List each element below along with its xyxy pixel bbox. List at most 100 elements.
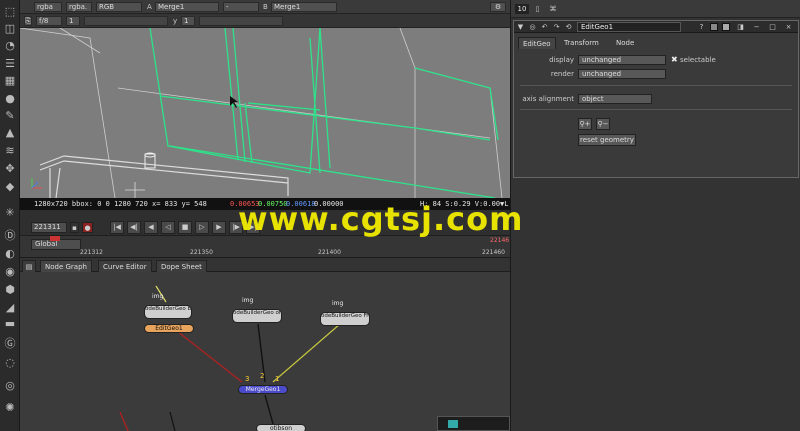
node-name-field[interactable]: EditGeo1	[577, 22, 681, 32]
ocula-icon[interactable]: ◎	[2, 378, 18, 394]
navigator-minimap[interactable]	[437, 416, 510, 431]
node-coffee-can[interactable]: odeBuilderGeo offee_can_02	[232, 309, 282, 323]
display-mode-combo[interactable]: RGB	[96, 2, 142, 12]
input-a-combo[interactable]: Merge1	[155, 2, 219, 12]
collapse-icon[interactable]: ▼	[516, 22, 525, 32]
toolsets-icon[interactable]: ⬢	[2, 282, 18, 298]
divider	[520, 85, 792, 86]
help-icon[interactable]: ?	[697, 22, 706, 32]
bar-icon[interactable]: ▬	[2, 316, 18, 332]
selectable-label: selectable	[680, 56, 716, 64]
metadata-icon[interactable]: ◉	[2, 264, 18, 280]
tick-label-2: 221350	[190, 249, 213, 256]
gamma-label: y	[173, 17, 178, 25]
wall-edge-line	[20, 28, 116, 198]
tab-editgeo[interactable]: EditGeo	[518, 37, 556, 49]
other-icon[interactable]: ◢	[2, 300, 18, 316]
gamma-field[interactable]: 1	[181, 16, 195, 26]
add-point-icon[interactable]: ⚲+	[578, 118, 592, 130]
clear-properties-icon[interactable]: ⌘	[545, 4, 561, 14]
gamma-slider[interactable]	[199, 16, 283, 26]
node-bottom[interactable]: otibson	[256, 424, 306, 431]
gizmo-g-icon[interactable]: Ⓖ	[2, 336, 18, 352]
input-b-combo[interactable]: Merge1	[271, 2, 337, 12]
redo-icon[interactable]: ↷	[552, 22, 561, 32]
in-point-marker[interactable]	[50, 236, 60, 241]
tab-node-graph[interactable]: Node Graph	[40, 260, 92, 272]
gain-field[interactable]: 1	[66, 16, 80, 26]
display-combo[interactable]: unchanged	[578, 55, 666, 65]
axis-alignment-label: axis alignment	[522, 95, 574, 103]
minimize-icon[interactable]: −	[752, 22, 761, 32]
current-frame-field[interactable]: 221311	[31, 222, 67, 233]
step-back-button[interactable]: ◀	[144, 221, 158, 234]
step-forward-button[interactable]: ▶	[212, 221, 226, 234]
panel-menu-icon[interactable]: ▤	[22, 260, 36, 272]
proxy-toggle-icon[interactable]: ⎘	[24, 16, 32, 26]
selectable-checkbox[interactable]: ✖	[671, 55, 678, 64]
first-frame-button[interactable]: |◀	[110, 221, 124, 234]
cube-icon[interactable]: ◆	[2, 179, 18, 195]
lock-icon[interactable]: ▪	[70, 222, 79, 233]
plugin-icon[interactable]: ◌	[2, 355, 18, 371]
proxy-combo[interactable]: f/8	[36, 16, 62, 26]
out-point-label: 22146	[490, 237, 510, 244]
node-backwall[interactable]: odeBuilderGeo BackWall	[144, 305, 192, 319]
reset-geometry-button[interactable]: reset geometry	[578, 134, 636, 146]
revert-icon[interactable]: ⟲	[564, 22, 573, 32]
tab-transform[interactable]: Transform	[560, 37, 603, 49]
viewer-toolbar: rgba rgba. RGB A Merge1 - B Merge1 ⚙	[20, 0, 510, 14]
close-icon[interactable]: ×	[784, 22, 793, 32]
node-graph-canvas[interactable]: img img img odeBuilderGeo BackWall odeBu…	[20, 272, 510, 431]
gl-color-swatch[interactable]	[722, 23, 730, 31]
render-combo[interactable]: unchanged	[578, 69, 666, 79]
maximize-icon[interactable]: □	[768, 22, 777, 32]
float-panel-icon[interactable]: ◨	[736, 22, 745, 32]
compare-combo[interactable]: -	[223, 2, 259, 12]
stop-button[interactable]: ■	[178, 221, 192, 234]
axis-gizmo-icon	[31, 178, 42, 189]
gain-slider[interactable]	[84, 16, 168, 26]
center-node-icon[interactable]: ◎	[528, 22, 537, 32]
select-tool-icon[interactable]: ⬚	[2, 4, 18, 20]
tab-node[interactable]: Node	[612, 37, 638, 49]
furnace-icon[interactable]: ✺	[2, 400, 18, 416]
node-editgeo[interactable]: EditGeo1	[144, 324, 194, 333]
node-front-wall[interactable]: odeBuilderGeo Front_Wall	[320, 312, 370, 326]
gauge-icon[interactable]: ◔	[2, 38, 18, 54]
views-icon[interactable]: ◐	[2, 246, 18, 262]
channels-combo[interactable]: rgba	[34, 2, 62, 12]
divider-2	[520, 109, 792, 110]
play-backward-button[interactable]: ◁	[161, 221, 175, 234]
circle-icon[interactable]: ●	[2, 91, 18, 107]
record-icon[interactable]: ●	[82, 222, 93, 233]
grid-icon[interactable]: ▦	[2, 73, 18, 89]
particle-icon[interactable]: ✳	[2, 205, 18, 221]
undo-icon[interactable]: ↶	[540, 22, 549, 32]
move-icon[interactable]: ✥	[2, 161, 18, 177]
properties-toolbar: 10 ▯ ⌘	[511, 0, 800, 18]
wall-corner-line	[399, 28, 416, 198]
filter-icon[interactable]: ▲	[2, 125, 18, 141]
max-panels-field[interactable]: 10	[515, 4, 529, 14]
tab-dope-sheet[interactable]: Dope Sheet	[156, 260, 207, 272]
menu-icon[interactable]: ☰	[2, 56, 18, 72]
viewer-settings-icon[interactable]: ⚙	[490, 2, 506, 12]
axis-alignment-combo[interactable]: object	[578, 94, 652, 104]
viewer-viewport[interactable]	[20, 28, 510, 198]
deep-icon[interactable]: Ⓓ	[2, 228, 18, 244]
wireframe-scene	[20, 28, 503, 198]
lock-properties-icon[interactable]: ▯	[533, 4, 542, 14]
tab-curve-editor[interactable]: Curve Editor	[98, 260, 152, 272]
brush-icon[interactable]: ✎	[2, 108, 18, 124]
play-forward-button[interactable]: ▷	[195, 221, 209, 234]
remove-point-icon[interactable]: ⚲−	[596, 118, 610, 130]
layers-icon[interactable]: ≋	[2, 143, 18, 159]
node-color-swatch[interactable]	[710, 23, 718, 31]
alpha-channel-combo[interactable]: rgba.	[66, 2, 92, 12]
timeline-ruler[interactable]: Global 221312 221350 221400 221460 22146	[20, 236, 510, 258]
node-mergegeo[interactable]: MergeGeo1	[238, 385, 288, 394]
transform-tool-icon[interactable]: ◫	[2, 21, 18, 37]
viewer-toolbar-2: ⎘ f/8 1 y 1	[20, 14, 510, 28]
prev-keyframe-button[interactable]: ◀|	[127, 221, 141, 234]
